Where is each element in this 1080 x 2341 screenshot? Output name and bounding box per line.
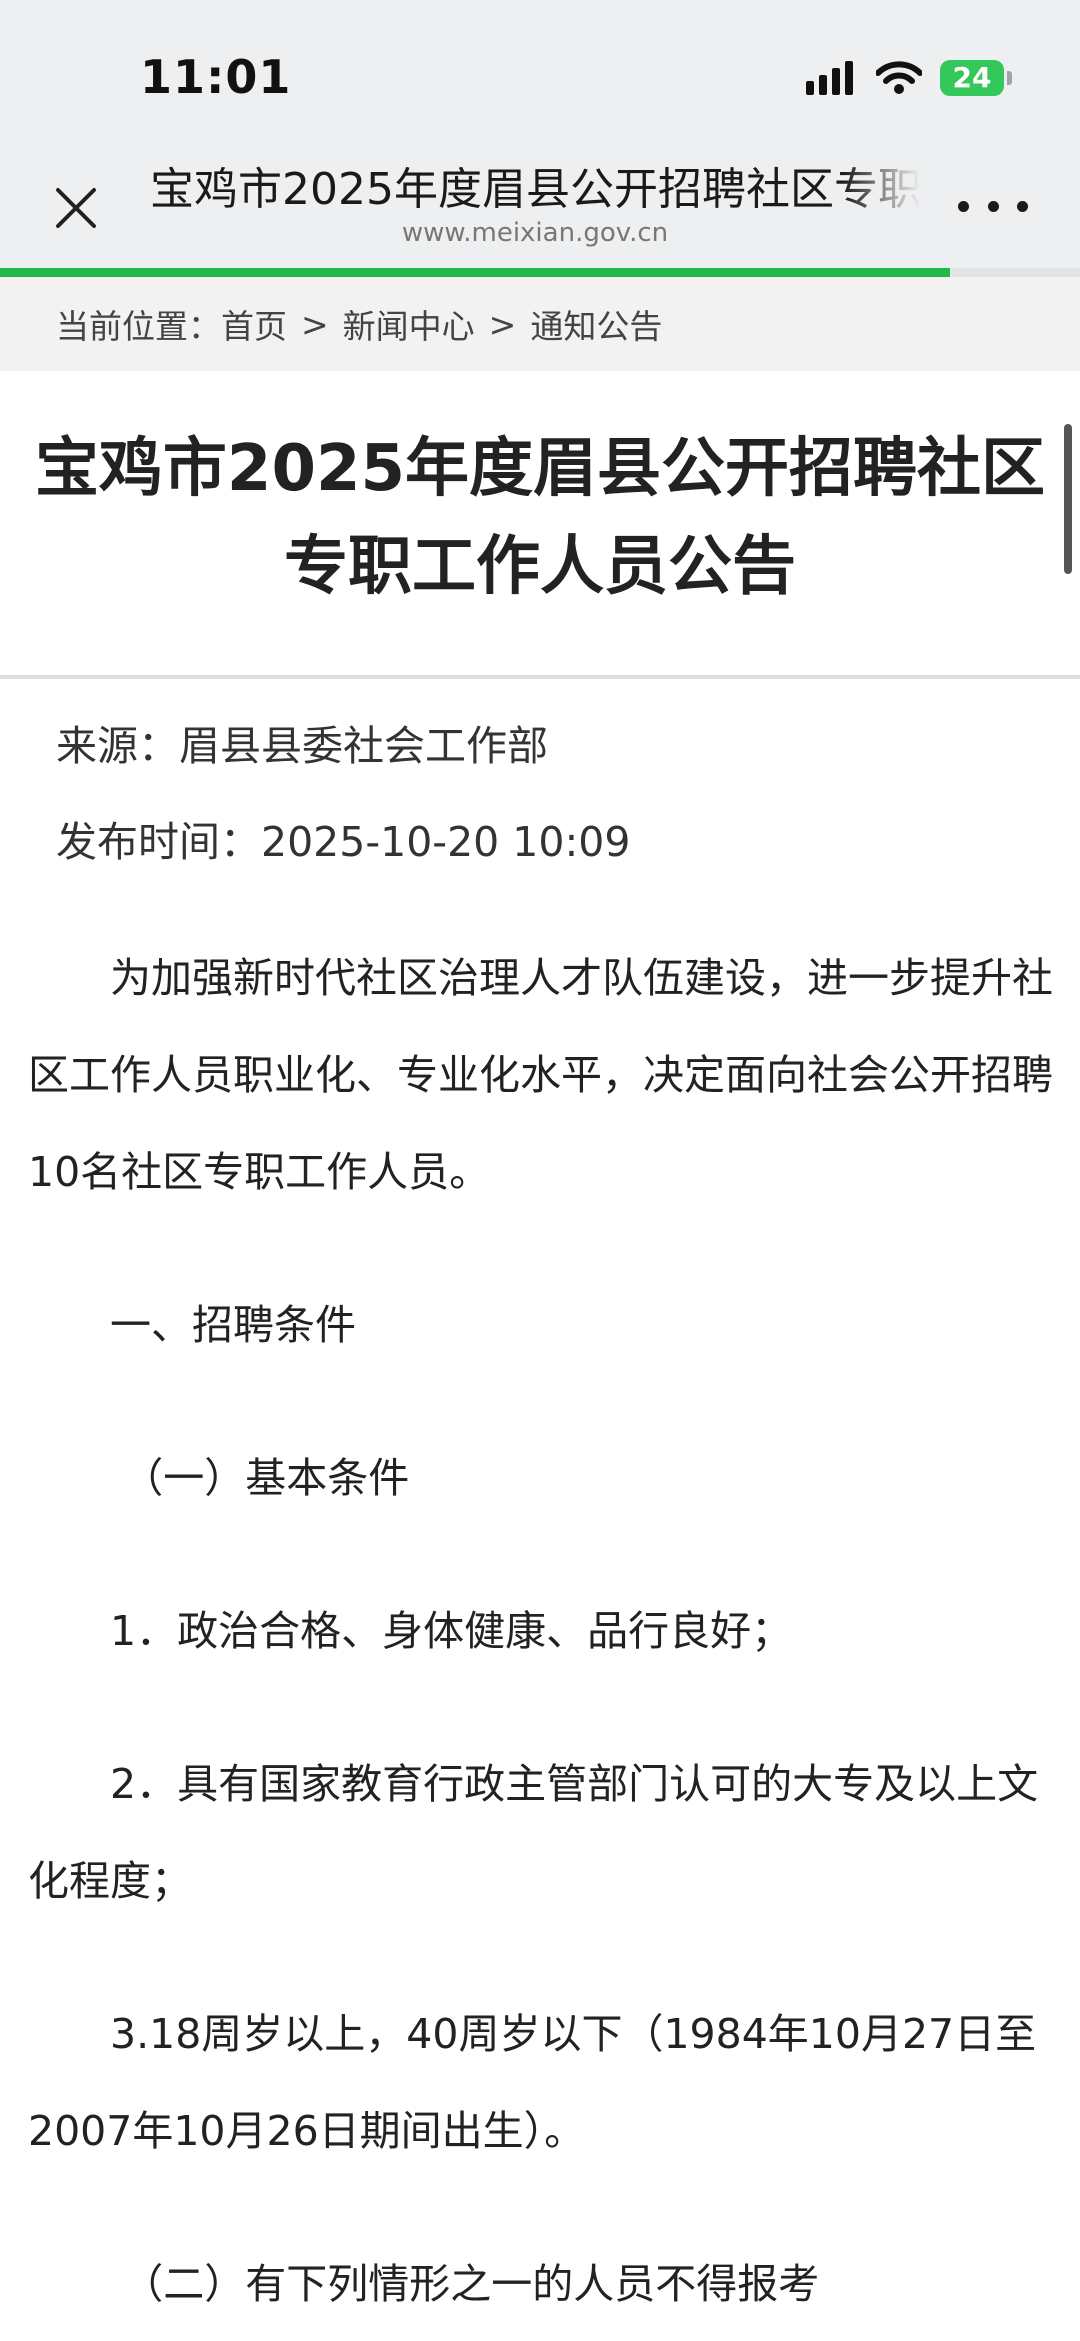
cellular-signal-icon [806, 61, 858, 95]
title-divider [0, 675, 1080, 679]
browser-header: 11:01 24 宝鸡市2025年度眉县公开招聘社区专职工作人员公告 www.m… [0, 0, 1080, 268]
article-source: 来源：眉县县委社会工作部 [56, 722, 548, 770]
article-title-line: 专职工作人员公告 [284, 530, 796, 604]
wifi-icon [876, 61, 922, 94]
article-body: 为加强新时代社区治理人才队伍建设，进一步提升社区工作人员职业化、专业化水平，决定… [28, 930, 1058, 2333]
breadcrumb-separator: > [301, 304, 329, 344]
article-paragraph: 1．政治合格、身体健康、品行良好； [110, 1607, 793, 1655]
article-paragraph: 3.18周岁以上，40周岁以下（1984年10月27日至2007年10月26日期… [28, 2010, 1037, 2155]
subsection-heading: （一）基本条件 [122, 1454, 410, 1502]
article-paragraph: 为加强新时代社区治理人才队伍建设，进一步提升社区工作人员职业化、专业化水平，决定… [28, 954, 1053, 1196]
section-heading: 一、招聘条件 [110, 1301, 356, 1349]
status-time: 11:01 [140, 50, 292, 104]
page-url: www.meixian.gov.cn [401, 218, 669, 248]
article-title: 宝鸡市2025年度眉县公开招聘社区 专职工作人员公告 [0, 420, 1080, 616]
more-menu-button[interactable] [958, 186, 1028, 226]
breadcrumb: 当前位置： 首页 > 新闻中心 > 通知公告 [0, 277, 1080, 371]
more-dot-icon [958, 200, 969, 212]
status-icons: 24 [806, 60, 1012, 96]
article-publish-time: 发布时间：2025-10-20 10:09 [56, 818, 631, 866]
progress-fill [0, 268, 951, 277]
battery-level: 24 [952, 61, 992, 94]
page-title-container: 宝鸡市2025年度眉县公开招聘社区专职工作人员公告 [150, 160, 920, 220]
article-paragraph: 2．具有国家教育行政主管部门认可的大专及以上文化程度； [28, 1760, 1039, 1905]
breadcrumb-prefix: 当前位置： [56, 307, 221, 346]
page-load-progress [0, 268, 1080, 277]
more-dot-icon [1017, 200, 1028, 212]
close-icon [56, 188, 96, 228]
breadcrumb-notices[interactable]: 通知公告 [530, 300, 662, 348]
breadcrumb-separator: > [488, 304, 517, 344]
breadcrumb-news-center[interactable]: 新闻中心 [343, 300, 475, 348]
page-title: 宝鸡市2025年度眉县公开招聘社区专职工作人员公告 [150, 164, 920, 215]
battery-cap [1007, 71, 1012, 85]
article-title-line: 宝鸡市2025年度眉县公开招聘社区 [34, 432, 1046, 506]
close-button[interactable] [44, 176, 108, 240]
subsection-heading: （二）有下列情形之一的人员不得报考 [122, 2260, 820, 2308]
breadcrumb-home[interactable]: 首页 [221, 300, 287, 348]
more-dot-icon [987, 200, 999, 212]
battery-icon: 24 [940, 60, 1004, 96]
scrollbar[interactable] [1064, 424, 1072, 574]
